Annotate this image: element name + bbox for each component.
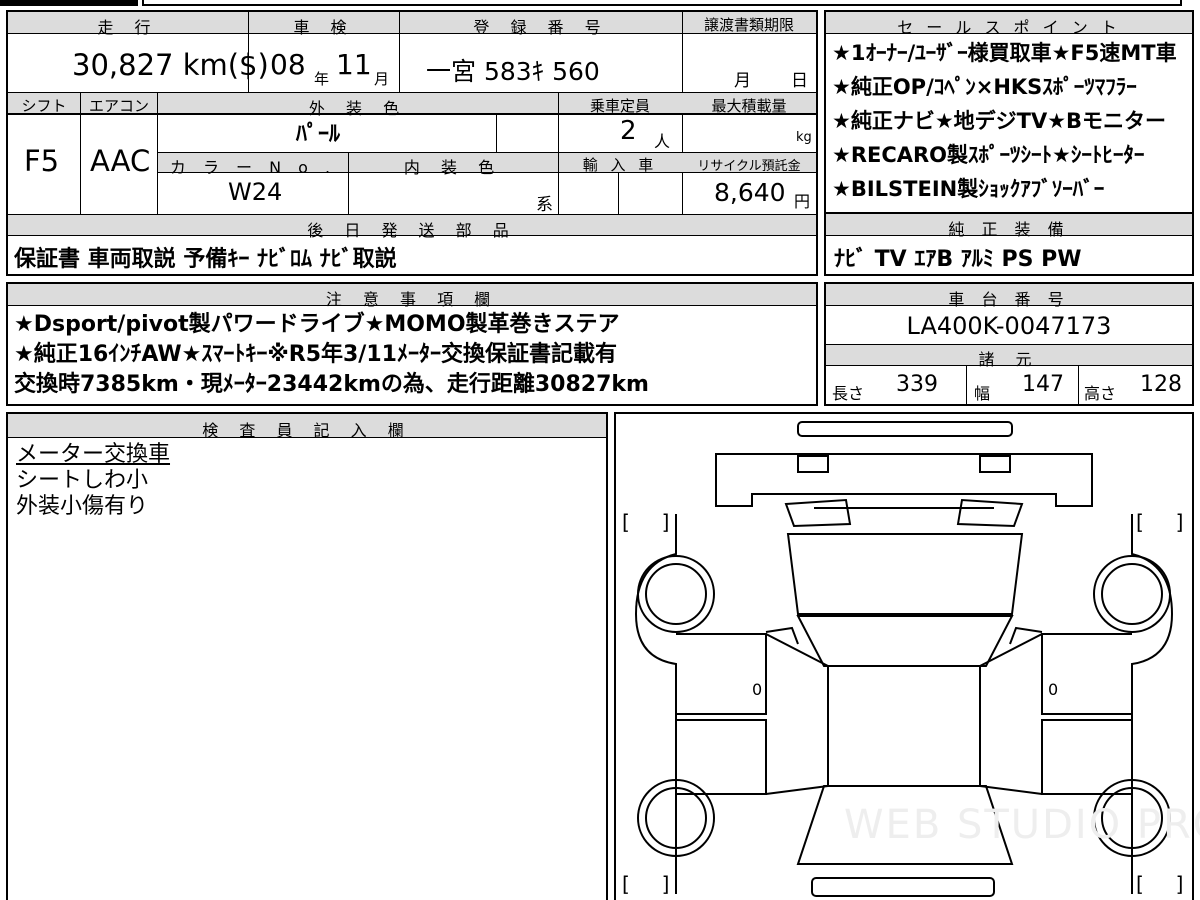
left-door-mark: 0 [752, 680, 763, 699]
shift-value: F5 [24, 144, 60, 178]
genuine-equipment-value: ﾅﾋﾞ TV ｴｱB ｱﾙﾐ PS PW [834, 247, 1082, 272]
length-label: 長さ [832, 384, 865, 403]
header-interior-color: 内 装 色 [403, 158, 503, 177]
header-aircon: エアコン [88, 97, 149, 115]
interior-suffix: 系 [536, 195, 553, 215]
vehicle-info-table: 走 行 車 検 登 録 番 号 譲渡書類期限 30,827 km($) 08 年… [6, 10, 818, 276]
header-max-load: 最大積載量 [711, 97, 787, 115]
note-line-3: 交換時7385km・現ﾒｰﾀｰ23442kmの為、走行距離30827km [14, 372, 649, 397]
header-mileage: 走 行 [97, 18, 159, 37]
header-exterior-color: 外 装 色 [308, 99, 408, 118]
chassis-specs-panel: 車 台 番 号 LA400K-0047173 諸 元 長さ 339 幅 147 … [824, 282, 1194, 406]
watermark: WEB STUDIO PRO [844, 802, 1200, 848]
header-inspection: 車 検 [293, 18, 355, 37]
recycle-fee-unit: 円 [794, 192, 811, 211]
header-notes: 注 意 事 項 欄 [325, 290, 499, 309]
note-line-2: ★純正16ｲﾝﾁAW★ｽﾏｰﾄｷｰ※R5年3/11ﾒｰﾀｰ交換保証書記載有 [14, 342, 617, 367]
sales-point-5: ★BILSTEIN製ｼｮｯｸｱﾌﾞｿｰﾊﾞｰ [832, 177, 1105, 201]
bracket-front-right: [ ] [1136, 510, 1184, 534]
width-label: 幅 [974, 384, 991, 403]
bracket-front-left: [ ] [622, 510, 670, 534]
header-sales-points: セ ー ル ス ポ イ ン ト [897, 18, 1121, 37]
capacity-value: 2 [620, 116, 637, 146]
aircon-value: AAC [90, 144, 151, 178]
chassis-number-value: LA400K-0047173 [906, 312, 1112, 340]
transfer-month-unit: 月 [734, 71, 751, 91]
length-value: 339 [896, 372, 938, 397]
inspector-notes-panel: 検 査 員 記 入 欄 メーター交換車 シートしわ小 外装小傷有り [6, 412, 608, 900]
header-color-no: カ ラ ー N o . [169, 158, 337, 177]
bracket-rear-right: [ ] [1136, 872, 1184, 896]
recycle-fee-value: 8,640 [714, 178, 786, 207]
top-strip [142, 0, 1182, 6]
mileage-value: 30,827 km($) [72, 48, 269, 82]
inspection-year: 08 [270, 48, 306, 81]
header-inspector: 検 査 員 記 入 欄 [202, 421, 412, 440]
header-transfer-deadline: 譲渡書類期限 [703, 16, 794, 34]
top-black-tab [0, 0, 138, 6]
max-load-unit: kg [796, 130, 812, 145]
height-value: 128 [1140, 372, 1182, 397]
inspection-month: 11 [336, 48, 372, 81]
header-import: 輸 入 車 [582, 156, 658, 174]
note-line-1: ★Dsport/pivot製パワードライブ★MOMO製革巻きステア [14, 312, 620, 337]
car-damage-diagram: [ ] [ ] [ ] [ ] 0 0 WEB STUDIO PRO [614, 412, 1200, 900]
capacity-unit: 人 [654, 132, 671, 151]
height-label: 高さ [1084, 384, 1117, 403]
bracket-rear-left: [ ] [622, 872, 670, 896]
registration-number: 一宮 583ｷ 560 [426, 57, 600, 86]
right-door-mark: 0 [1048, 680, 1059, 699]
sales-point-4: ★RECARO製ｽﾎﾟｰﾂｼｰﾄ★ｼｰﾄﾋｰﾀｰ [832, 143, 1145, 167]
header-shift: シフト [21, 97, 67, 115]
header-capacity: 乗車定員 [589, 97, 650, 115]
header-genuine-equipment: 純 正 装 備 [948, 220, 1070, 239]
header-later-parts: 後 日 発 送 部 品 [307, 221, 517, 240]
sales-point-2: ★純正OP/ｺﾍﾟﾝ×HKSｽﾎﾟｰﾂﾏﾌﾗｰ [832, 75, 1137, 99]
inspection-month-unit: 月 [374, 70, 390, 88]
notes-panel: 注 意 事 項 欄 ★Dsport/pivot製パワードライブ★MOMO製革巻き… [6, 282, 818, 406]
header-chassis-number: 車 台 番 号 [948, 290, 1070, 309]
genuine-equipment-panel: 純 正 装 備 ﾅﾋﾞ TV ｴｱB ｱﾙﾐ PS PW [824, 212, 1194, 276]
inspector-note-2: シートしわ小 [16, 468, 149, 493]
color-number-value: W24 [228, 178, 283, 206]
sales-point-3: ★純正ナビ★地デジTV★Bモニター [832, 109, 1167, 133]
sales-points-panel: セ ー ル ス ポ イ ン ト ★1ｵｰﾅｰ/ﾕｰｻﾞｰ様買取車★F5速MT車 … [824, 10, 1194, 214]
later-parts-value: 保証書 車両取説 予備ｷｰ ﾅﾋﾞﾛﾑ ﾅﾋﾞ取説 [14, 247, 397, 272]
header-registration: 登 録 番 号 [473, 18, 609, 37]
inspector-note-3: 外装小傷有り [16, 494, 149, 519]
width-value: 147 [1022, 372, 1064, 397]
inspection-year-unit: 年 [314, 70, 330, 88]
sales-point-1: ★1ｵｰﾅｰ/ﾕｰｻﾞｰ様買取車★F5速MT車 [832, 41, 1177, 65]
transfer-day-unit: 日 [791, 71, 808, 91]
exterior-color-value: ﾊﾟｰﾙ [296, 122, 341, 147]
header-recycle: リサイクル預託金 [697, 159, 801, 174]
header-specs: 諸 元 [978, 350, 1040, 369]
inspector-note-1: メーター交換車 [16, 442, 171, 467]
